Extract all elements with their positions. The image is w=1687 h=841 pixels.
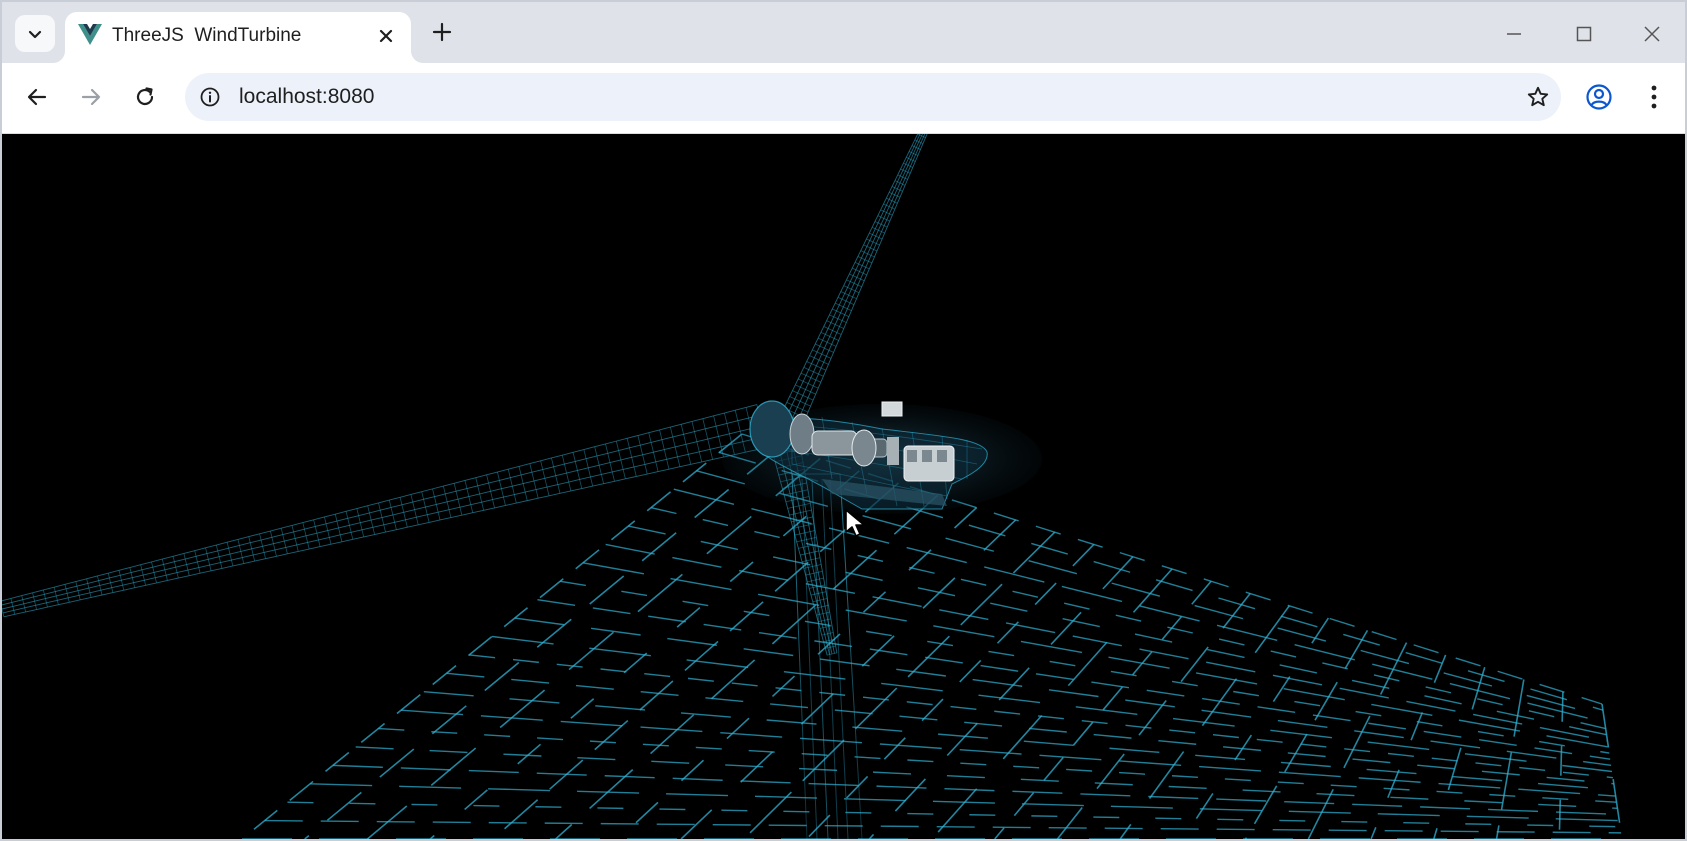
tab-search-button[interactable]: [15, 15, 55, 52]
reload-icon: [136, 87, 154, 106]
turbine-nacelle: [722, 400, 1042, 514]
tab-active[interactable]: ThreeJS WindTurbine: [65, 12, 411, 63]
address-bar[interactable]: localhost:8080: [185, 73, 1561, 121]
maximize-button[interactable]: [1564, 14, 1604, 54]
maximize-icon: [1576, 26, 1592, 42]
profile-button[interactable]: [1581, 79, 1617, 115]
chevron-down-icon: [28, 30, 42, 38]
more-vertical-icon: [1651, 85, 1657, 109]
close-icon: [379, 29, 393, 43]
url-text[interactable]: localhost:8080: [239, 85, 374, 109]
tab-title: ThreeJS WindTurbine: [112, 25, 302, 46]
minimize-button[interactable]: [1494, 14, 1534, 54]
reload-button[interactable]: [127, 79, 163, 115]
back-button[interactable]: [19, 79, 55, 115]
turbine-blade-up: [780, 134, 928, 425]
arrow-right-icon: [81, 88, 101, 106]
threejs-canvas[interactable]: [2, 134, 1685, 839]
account-circle-icon: [1586, 84, 1612, 110]
vue-logo-icon: [78, 24, 102, 45]
star-icon: [1527, 86, 1549, 107]
browser-toolbar: localhost:8080: [2, 63, 1685, 134]
bookmark-button[interactable]: [1524, 83, 1552, 111]
info-icon: [200, 87, 220, 107]
site-info-button[interactable]: [197, 84, 223, 110]
tab-strip: ThreeJS WindTurbine: [2, 2, 1685, 63]
browser-menu-button[interactable]: [1636, 79, 1672, 115]
turbine-blade-left: [2, 404, 768, 618]
browser-window: ThreeJS WindTurbine localhost:8080: [0, 0, 1687, 841]
plus-icon: [432, 22, 452, 42]
arrow-left-icon: [27, 88, 47, 106]
close-icon: [1644, 26, 1660, 42]
forward-button[interactable]: [73, 79, 109, 115]
wind-turbine-scene[interactable]: [2, 134, 1685, 839]
window-close-button[interactable]: [1632, 14, 1672, 54]
new-tab-button[interactable]: [426, 16, 458, 48]
mouse-cursor-icon: [845, 509, 865, 537]
tab-close-button[interactable]: [373, 23, 399, 49]
minimize-icon: [1507, 33, 1521, 35]
